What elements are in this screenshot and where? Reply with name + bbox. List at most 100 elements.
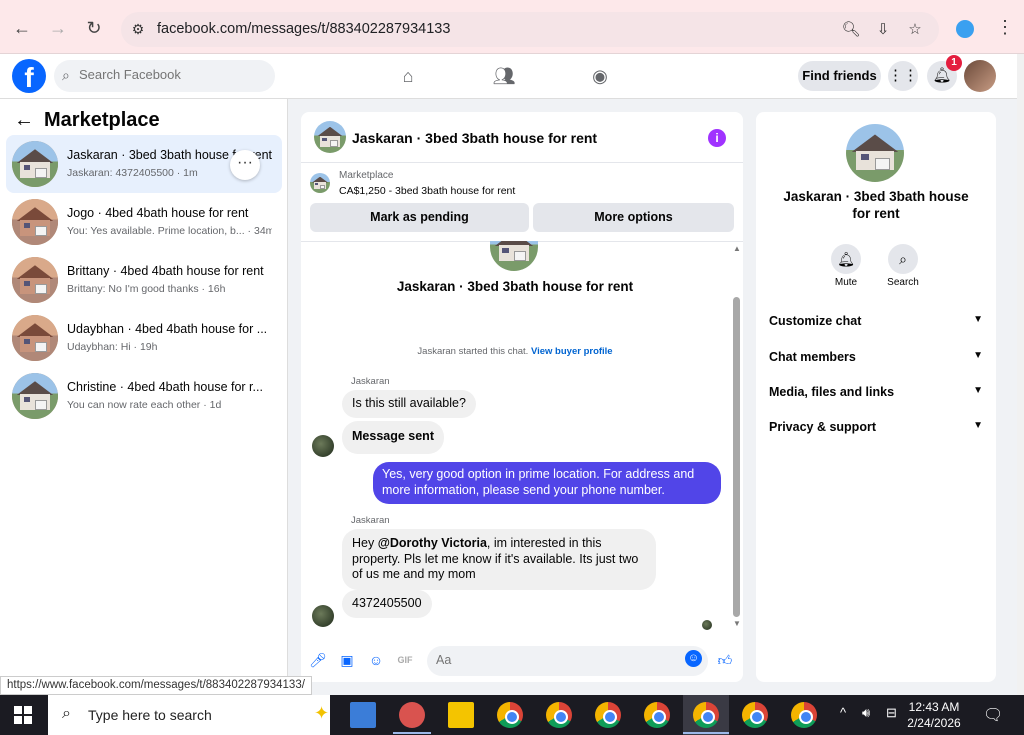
listing-image [490, 241, 538, 271]
conversation-item[interactable]: Christine · 4bed 4bath house for r... Yo… [6, 367, 282, 425]
install-icon[interactable]: ⇩ [873, 20, 893, 40]
chevron-down-icon: ▼ [973, 350, 983, 361]
message-bubble[interactable]: 4372405500 [342, 590, 432, 618]
mute-bell-icon[interactable]: 🔔︎ [831, 244, 861, 274]
row-label: Customize chat [769, 314, 862, 328]
marketplace-listing-bar: Marketplace CA$1,250 - 3bed 3bath house … [301, 164, 743, 242]
bookmark-star-icon[interactable]: ☆ [905, 20, 925, 40]
message-bubble[interactable]: Hey @Dorothy Victoria, im interested in … [342, 529, 656, 590]
sender-avatar[interactable] [312, 605, 334, 627]
listing-price[interactable]: CA$1,250 - 3bed 3bath house for rent [339, 185, 515, 197]
search-label: Search [887, 277, 919, 288]
groups-icon[interactable]: ◉ [588, 64, 612, 88]
more-options-icon[interactable]: ··· [230, 150, 260, 180]
chat-members-row[interactable]: Chat members ▼ [769, 350, 983, 370]
emoji-icon[interactable]: ☺ [685, 650, 702, 667]
forward-icon[interactable]: → [47, 17, 69, 39]
friends-icon[interactable]: 👥︎ [492, 64, 516, 88]
scroll-down-icon[interactable]: ▼ [733, 619, 741, 628]
sticker-icon[interactable]: ☺ [367, 651, 385, 669]
conversation-preview: Brittany: No I'm good thanks · 16h [67, 283, 226, 295]
reload-icon[interactable]: ↻ [83, 17, 105, 39]
conversation-item[interactable]: Brittany · 4bed 4bath house for rent Bri… [6, 251, 282, 309]
conversation-item[interactable]: Jaskaran · 3bed 3bath house for rent Jas… [6, 135, 282, 193]
page-scrollbar[interactable] [1017, 54, 1024, 695]
chrome-icon[interactable] [497, 702, 523, 728]
windows-start-icon[interactable] [14, 706, 32, 724]
sender-name: Jaskaran [351, 376, 390, 387]
clock-time: 12:43 AM [908, 700, 960, 714]
taskbar-search[interactable]: ⌕ Type here to search ✦ [48, 695, 330, 735]
facebook-search-input[interactable] [79, 67, 269, 82]
gif-icon[interactable]: GIF [396, 651, 414, 669]
find-friends-button[interactable]: Find friends [798, 61, 881, 91]
chat-title[interactable]: Jaskaran · 3bed 3bath house for rent [352, 130, 597, 146]
chevron-down-icon: ▼ [973, 314, 983, 325]
notification-center-icon[interactable]: 🗨︎ [983, 705, 1003, 725]
zoom-icon[interactable]: 🔍︎ [841, 20, 861, 40]
paint-app-icon[interactable] [399, 702, 425, 728]
conversation-list-panel: ← Marketplace Jaskaran · 3bed 3bath hous… [0, 99, 288, 695]
chat-details-panel: Jaskaran · 3bed 3bath house for rent 🔔︎ … [756, 112, 996, 682]
chrome-icon[interactable] [791, 702, 817, 728]
profile-avatar[interactable] [964, 60, 996, 92]
volume-icon[interactable]: 🔊︎ [862, 705, 870, 721]
my-message-bubble[interactable]: Yes, very good option in prime location.… [373, 462, 721, 504]
conversation-item[interactable]: Udaybhan · 4bed 4bath house for ... Uday… [6, 309, 282, 367]
notification-badge: 1 [946, 55, 962, 71]
computer-app-icon[interactable] [350, 702, 376, 728]
extension-icon[interactable] [956, 20, 974, 38]
chat-started-notice: Jaskaran started this chat. View buyer p… [301, 346, 729, 357]
search-icon[interactable]: ⌕ [888, 244, 918, 274]
back-arrow-icon[interactable]: ← [14, 109, 34, 132]
address-bar[interactable]: ⚙ facebook.com/messages/t/88340228793413… [121, 12, 939, 47]
chat-scrollbar[interactable]: ▲ ▼ [731, 243, 741, 628]
conversation-preview: You can now rate each other · 1d [67, 399, 222, 411]
mark-as-pending-button[interactable]: Mark as pending [310, 203, 529, 232]
chat-listing-thumbnail[interactable] [314, 121, 346, 153]
sticky-notes-icon[interactable] [448, 702, 474, 728]
media-files-links-row[interactable]: Media, files and links ▼ [769, 385, 983, 405]
message-bubble[interactable]: Message sent [342, 421, 444, 454]
chrome-icon[interactable] [546, 702, 572, 728]
site-settings-icon[interactable]: ⚙ [129, 20, 147, 38]
facebook-search[interactable]: ⌕ [54, 60, 275, 92]
sender-avatar[interactable] [312, 435, 334, 457]
running-indicator [393, 732, 431, 734]
browser-menu-icon[interactable]: ⋮ [996, 17, 1014, 38]
message-bubble[interactable]: Is this still available? [342, 390, 476, 418]
more-options-button[interactable]: More options [533, 203, 734, 232]
chrome-icon[interactable] [693, 702, 719, 728]
scroll-thumb[interactable] [733, 297, 740, 617]
listing-thumbnail [12, 315, 58, 361]
customize-chat-row[interactable]: Customize chat ▼ [769, 314, 983, 334]
tray-chevron-icon[interactable]: ^ [840, 705, 846, 720]
message-input[interactable] [436, 653, 676, 667]
url-text[interactable]: facebook.com/messages/t/883402287934133 [157, 21, 450, 37]
back-icon[interactable]: ← [11, 17, 33, 39]
mention[interactable]: @Dorothy Victoria [378, 536, 487, 550]
network-icon[interactable]: ⊟ [886, 705, 897, 721]
message-composer: 🎤︎ ▣ ☺ GIF ☺ 👍︎ [301, 642, 743, 682]
like-thumb-icon[interactable]: 👍︎ [716, 651, 734, 669]
thread-title: Jaskaran · 3bed 3bath house for rent [396, 279, 634, 294]
info-icon[interactable]: i [708, 129, 726, 147]
microphone-icon[interactable]: 🎤︎ [309, 651, 327, 669]
details-title: Jaskaran · 3bed 3bath house for rent [783, 189, 969, 221]
conversation-item[interactable]: Jogo · 4bed 4bath house for rent You: Ye… [6, 193, 282, 251]
conversation-preview: You: Yes available. Prime location, b...… [67, 225, 272, 237]
chrome-icon[interactable] [644, 702, 670, 728]
scroll-up-icon[interactable]: ▲ [733, 244, 741, 253]
view-buyer-profile-link[interactable]: View buyer profile [531, 346, 613, 357]
listing-thumbnail[interactable] [310, 173, 330, 193]
privacy-support-row[interactable]: Privacy & support ▼ [769, 420, 983, 440]
photo-icon[interactable]: ▣ [338, 651, 356, 669]
facebook-logo[interactable]: f [12, 59, 46, 93]
chrome-icon[interactable] [595, 702, 621, 728]
taskbar-search-text: Type here to search [88, 707, 212, 723]
menu-grid-icon[interactable]: ⋮⋮ [888, 61, 918, 91]
message-input-wrap[interactable] [427, 646, 708, 676]
chrome-icon[interactable] [742, 702, 768, 728]
clock[interactable]: 12:43 AM 2/24/2026 [904, 699, 964, 731]
home-icon[interactable]: ⌂ [396, 64, 420, 88]
